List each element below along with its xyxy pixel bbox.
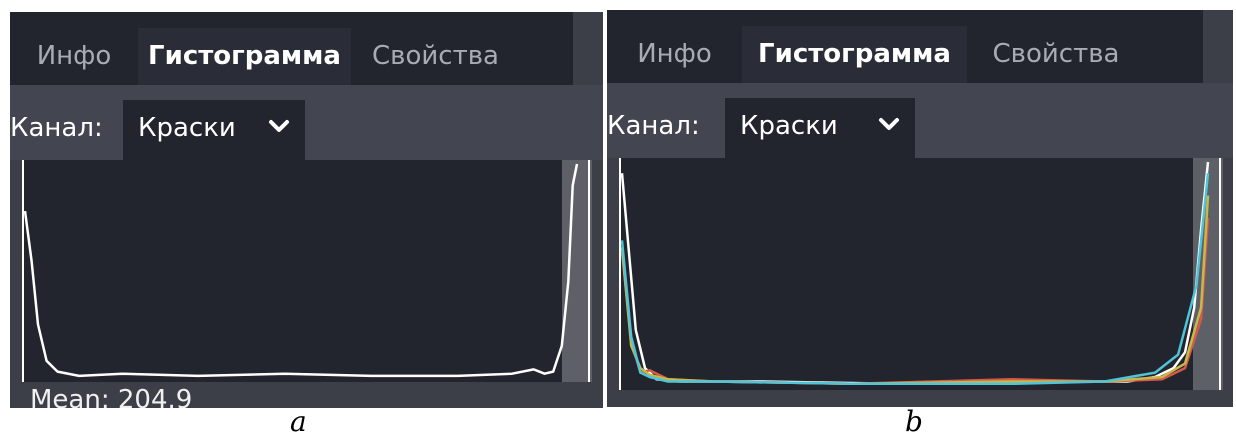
tab-info[interactable]: Инфо (607, 26, 742, 83)
channel-select[interactable]: Краски (725, 98, 915, 158)
tab-bar: Инфо Гистограмма Свойства (607, 10, 1233, 83)
channel-select[interactable]: Краски (123, 100, 305, 160)
tab-properties[interactable]: Свойства (351, 28, 520, 85)
channel-value: Краски (740, 111, 838, 141)
histogram-chart (22, 160, 592, 382)
histogram-background (619, 158, 1223, 390)
tab-histogram[interactable]: Гистограмма (742, 26, 967, 83)
channel-row: Канал: Краски (10, 85, 603, 160)
caption-a: a (290, 405, 307, 438)
histogram-background (22, 160, 592, 382)
histogram-clip-region (562, 160, 592, 382)
caption-b: b (905, 405, 923, 438)
channel-label: Канал: (607, 111, 700, 141)
stats-line: Mean: 204.9 (30, 385, 193, 408)
chevron-down-icon (879, 118, 899, 130)
channel-label: Канал: (10, 113, 103, 143)
tab-bar: Инфо Гистограмма Свойства (10, 12, 603, 85)
histogram-panel-a: Инфо Гистограмма Свойства Канал: Краски … (10, 12, 603, 408)
tab-histogram[interactable]: Гистограмма (138, 28, 351, 85)
tab-properties[interactable]: Свойства (967, 26, 1145, 83)
channel-value: Краски (138, 113, 236, 143)
chevron-down-icon (269, 120, 289, 132)
histogram-chart (619, 158, 1223, 390)
channel-row: Канал: Краски (607, 83, 1233, 158)
histogram-panel-b: Инфо Гистограмма Свойства Канал: Краски (607, 10, 1233, 407)
tab-info[interactable]: Инфо (10, 28, 138, 85)
